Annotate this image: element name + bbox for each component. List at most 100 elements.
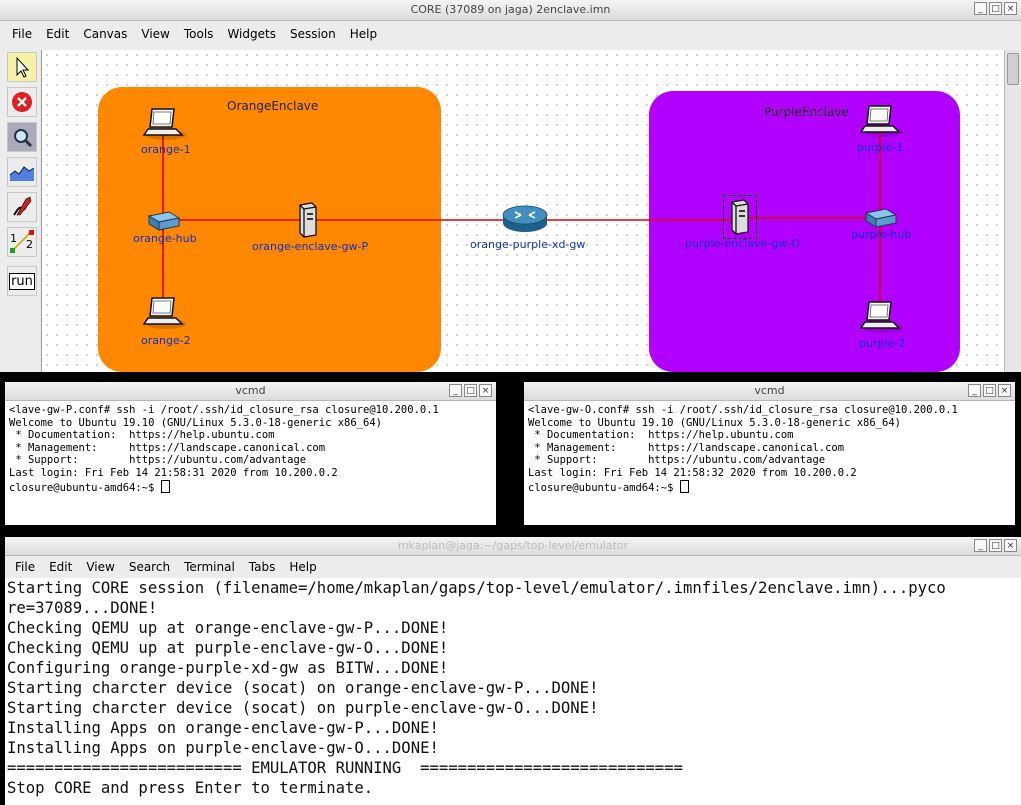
terminal-line: Welcome to Ubuntu 19.10 (GNU/Linux 5.3.0… [9, 416, 382, 429]
node-label-orange-enclave-gw-p[interactable]: orange-enclave-gw-P [252, 240, 368, 253]
two-node-tool-button[interactable]: 1 2 [7, 227, 37, 257]
terminal-menu-file[interactable]: File [8, 560, 42, 574]
run-tool-button[interactable]: run [7, 266, 37, 296]
vcmd-right-title-bar[interactable]: vcmd _ □ × [524, 382, 1015, 401]
network-canvas[interactable]: OrangeEnclave PurpleEnclave orange-1 ora… [41, 50, 1004, 372]
node-label-orange-purple-xd-gw[interactable]: orange-purple-xd-gw [470, 238, 585, 251]
terminal-menu-terminal[interactable]: Terminal [177, 560, 242, 574]
terminal-prompt: closure@ubuntu-amd64:~$ [528, 481, 680, 494]
menu-file[interactable]: File [5, 27, 39, 41]
core-menu-bar: File Edit Canvas View Tools Widgets Sess… [5, 24, 1015, 44]
maximize-button[interactable]: □ [989, 539, 1002, 552]
node-label-orange-2[interactable]: orange-2 [141, 334, 191, 347]
terminal-prompt-line: closure@ubuntu-amd64:~$ [9, 479, 492, 495]
menu-tools[interactable]: Tools [177, 27, 221, 41]
node-label-purple-enclave-gw-o[interactable]: purple-enclave-gw-O [685, 237, 800, 250]
menu-canvas[interactable]: Canvas [76, 27, 134, 41]
run-label: run [9, 272, 35, 290]
terminal-line: re=37089...DONE! [7, 599, 158, 617]
vcmd-left-terminal-output[interactable]: <lave-gw-P.conf# ssh -i /root/.ssh/id_cl… [5, 401, 496, 497]
terminal-line: Installing Apps on orange-enclave-gw-P..… [7, 719, 439, 737]
canvas-vertical-scrollbar[interactable] [1004, 50, 1020, 372]
menu-widgets[interactable]: Widgets [220, 27, 283, 41]
terminal-prompt-line: closure@ubuntu-amd64:~$ [528, 479, 1011, 495]
terminal-line: * Documentation: https://help.ubuntu.com [528, 429, 794, 442]
maximize-button[interactable]: □ [983, 384, 996, 397]
close-button[interactable]: × [998, 384, 1011, 397]
terminal-line: Checking QEMU up at purple-enclave-gw-O.… [7, 639, 449, 657]
laptop-icon[interactable] [142, 105, 186, 141]
terminal-line: Starting charcter device (socat) on purp… [7, 699, 599, 717]
two-node-label-1: 1 [10, 232, 17, 245]
core-title-bar[interactable]: CORE (37089 on jaga) 2enclave.imn _ □ × [0, 0, 1021, 21]
terminal-line: Configuring orange-purple-xd-gw as BITW.… [7, 659, 449, 677]
select-tool-button[interactable] [7, 52, 37, 82]
observer-tool-button[interactable] [7, 122, 37, 152]
maximize-button[interactable]: □ [989, 2, 1002, 15]
node-label-orange-1[interactable]: orange-1 [141, 143, 191, 156]
terminal-output[interactable]: Starting CORE session (filename=/home/mk… [5, 578, 1021, 798]
vcmd-window-left[interactable]: vcmd _ □ × <lave-gw-P.conf# ssh -i /root… [5, 382, 496, 525]
switch-icon[interactable] [862, 205, 898, 229]
plot-tool-button[interactable] [7, 157, 37, 187]
maximize-button[interactable]: □ [464, 384, 477, 397]
vcmd-window-right[interactable]: vcmd _ □ × <lave-gw-O.conf# ssh -i /root… [524, 382, 1015, 525]
terminal-prompt: closure@ubuntu-amd64:~$ [9, 481, 161, 494]
marker-tool-button[interactable] [7, 192, 37, 222]
menu-session[interactable]: Session [283, 27, 343, 41]
pointer-icon [16, 56, 30, 78]
laptop-icon[interactable] [142, 294, 186, 330]
terminal-line: * Documentation: https://help.ubuntu.com [9, 429, 275, 442]
terminal-title: mkaplan@jaga:~/gaps/top-level/emulator [397, 539, 629, 552]
terminal-menu-edit[interactable]: Edit [42, 560, 79, 574]
terminal-line: <lave-gw-O.conf# ssh -i /root/.ssh/id_cl… [528, 404, 958, 416]
scrollbar-thumb[interactable] [1007, 53, 1019, 85]
terminal-line: Last login: Fri Feb 14 21:58:32 2020 fro… [528, 466, 857, 479]
text-cursor [160, 479, 170, 493]
stop-icon [12, 92, 32, 112]
terminal-line: * Support: https://ubuntu.com/advantage [528, 454, 826, 467]
terminal-window[interactable]: mkaplan@jaga:~/gaps/top-level/emulator _… [5, 537, 1021, 805]
minimize-button[interactable]: _ [974, 539, 987, 552]
core-toolbar: 1 2 run [5, 50, 39, 372]
text-cursor [679, 479, 689, 493]
close-button[interactable]: × [1004, 2, 1017, 15]
minimize-button[interactable]: _ [974, 2, 987, 15]
router-icon[interactable] [501, 203, 549, 235]
terminal-line: * Management: https://landscape.canonica… [9, 441, 326, 454]
terminal-line: ========================= EMULATOR RUNNI… [7, 759, 683, 777]
terminal-menu-search[interactable]: Search [122, 560, 177, 574]
terminal-line: * Management: https://landscape.canonica… [528, 441, 845, 454]
terminal-menu-view[interactable]: View [79, 560, 121, 574]
laptop-icon[interactable] [859, 102, 903, 138]
close-button[interactable]: × [1004, 539, 1017, 552]
minimize-button[interactable]: _ [449, 384, 462, 397]
menu-help[interactable]: Help [343, 27, 384, 41]
core-title: CORE (37089 on jaga) 2enclave.imn [410, 3, 611, 16]
terminal-title-bar[interactable]: mkaplan@jaga:~/gaps/top-level/emulator _… [5, 537, 1021, 556]
terminal-line: Last login: Fri Feb 14 21:58:31 2020 fro… [9, 466, 338, 479]
laptop-icon[interactable] [859, 298, 903, 334]
two-node-label-2: 2 [26, 238, 33, 251]
terminal-line: Installing Apps on purple-enclave-gw-O..… [7, 739, 439, 757]
node-label-orange-hub[interactable]: orange-hub [133, 232, 197, 245]
close-button[interactable]: × [479, 384, 492, 397]
vcmd-left-title-bar[interactable]: vcmd _ □ × [5, 382, 496, 401]
server-icon[interactable] [726, 198, 752, 236]
menu-view[interactable]: View [134, 27, 176, 41]
menu-edit[interactable]: Edit [39, 27, 76, 41]
terminal-line: Starting charcter device (socat) on oran… [7, 679, 599, 697]
node-label-purple-hub[interactable]: purple-hub [851, 228, 911, 241]
server-icon[interactable] [294, 201, 320, 239]
minimize-button[interactable]: _ [968, 384, 981, 397]
terminal-menu-tabs[interactable]: Tabs [242, 560, 283, 574]
node-label-purple-2[interactable]: purple-2 [859, 337, 905, 350]
vcmd-right-title: vcmd [754, 384, 785, 397]
terminal-line: Welcome to Ubuntu 19.10 (GNU/Linux 5.3.0… [528, 416, 901, 429]
terminal-menu-help[interactable]: Help [282, 560, 323, 574]
node-label-purple-1[interactable]: purple-1 [857, 141, 903, 154]
magnifier-icon [14, 129, 33, 148]
stop-session-button[interactable] [7, 87, 37, 117]
vcmd-right-terminal-output[interactable]: <lave-gw-O.conf# ssh -i /root/.ssh/id_cl… [524, 401, 1015, 497]
switch-icon[interactable] [145, 208, 181, 232]
